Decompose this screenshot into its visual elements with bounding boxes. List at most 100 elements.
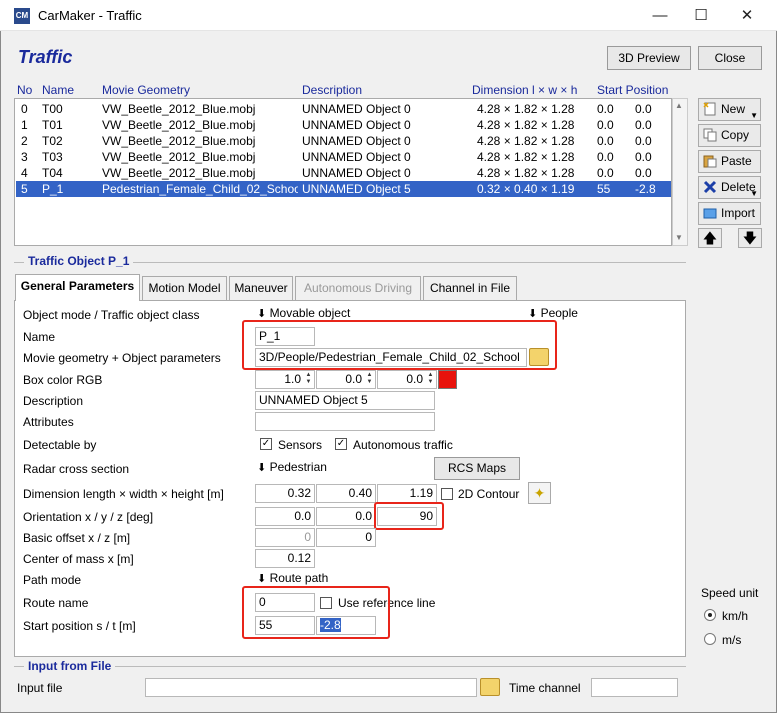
cell-geometry: VW_Beetle_2012_Blue.mobj: [102, 134, 256, 148]
table-row[interactable]: 3 T03 VW_Beetle_2012_Blue.mobj UNNAMED O…: [16, 149, 671, 165]
cell-geometry: Pedestrian_Female_Child_02_School.mobj: [102, 182, 298, 196]
window-titlebar[interactable]: CM CarMaker - Traffic — ☐ ✕: [0, 0, 777, 31]
cell-description: UNNAMED Object 0: [302, 102, 411, 116]
center-of-mass-input[interactable]: 0.12: [255, 549, 315, 568]
import-button[interactable]: Import: [698, 202, 761, 225]
box-color-r-stepper[interactable]: 1.0 ▲ ▼: [255, 370, 315, 389]
cell-start-s: 0.0: [597, 166, 614, 180]
cell-geometry: VW_Beetle_2012_Blue.mobj: [102, 118, 256, 132]
attributes-input[interactable]: [255, 412, 435, 431]
path-mode-dropdown[interactable]: ⬇ Route path: [257, 571, 328, 585]
box-color-label: Box color RGB: [23, 373, 103, 387]
description-label: Description: [23, 394, 84, 408]
delete-button[interactable]: Delete ▼: [698, 176, 761, 199]
col-header-start-position[interactable]: Start Position: [597, 83, 668, 97]
sensors-label: Sensors: [278, 438, 323, 452]
cell-geometry: VW_Beetle_2012_Blue.mobj: [102, 102, 256, 116]
tab-maneuver[interactable]: Maneuver: [229, 276, 293, 300]
tab-channel-in-file[interactable]: Channel in File: [423, 276, 517, 300]
dimension-length-input[interactable]: 0.32: [255, 484, 315, 503]
col-header-description[interactable]: Description: [302, 83, 362, 97]
orientation-y-input[interactable]: 0.0: [316, 507, 376, 526]
dropdown-arrow-icon: ⬇: [257, 462, 267, 474]
cell-start-t: 0.0: [635, 150, 652, 164]
cell-no: 2: [21, 134, 28, 148]
minimize-icon[interactable]: —: [637, 0, 683, 31]
3d-preview-button[interactable]: 3D Preview: [607, 46, 691, 70]
box-color-swatch[interactable]: [438, 370, 457, 389]
box-color-b-stepper[interactable]: 0.0 ▲ ▼: [377, 370, 437, 389]
cell-dimension: 4.28 × 1.82 × 1.28: [477, 150, 575, 164]
spinner-arrows-icon[interactable]: ▲ ▼: [304, 372, 313, 387]
col-header-movie-geometry[interactable]: Movie Geometry: [102, 83, 190, 97]
table-row[interactable]: 1 T01 VW_Beetle_2012_Blue.mobj UNNAMED O…: [16, 117, 671, 133]
cell-no: 1: [21, 118, 28, 132]
copy-button[interactable]: Copy: [698, 124, 761, 147]
basic-offset-x-input[interactable]: 0: [255, 528, 315, 547]
cell-dimension: 4.28 × 1.82 × 1.28: [477, 134, 575, 148]
rcs-maps-button[interactable]: RCS Maps: [434, 457, 520, 480]
close-button[interactable]: Close: [698, 46, 762, 70]
description-input[interactable]: UNNAMED Object 5: [255, 391, 435, 410]
tab-general-parameters[interactable]: General Parameters: [15, 274, 140, 301]
window-title: CarMaker - Traffic: [38, 8, 142, 23]
cell-start-s: 0.0: [597, 102, 614, 116]
object-class-dropdown[interactable]: ⬇ People: [528, 306, 578, 320]
radar-cross-section-dropdown[interactable]: ⬇ Pedestrian: [257, 460, 327, 474]
folder-browse-icon[interactable]: [480, 678, 500, 696]
move-up-arrow-icon[interactable]: 🡅: [698, 228, 722, 248]
cell-name: T02: [42, 134, 63, 148]
col-header-name[interactable]: Name: [42, 83, 74, 97]
cell-geometry: VW_Beetle_2012_Blue.mobj: [102, 150, 256, 164]
table-row[interactable]: 0 T00 VW_Beetle_2012_Blue.mobj UNNAMED O…: [16, 101, 671, 117]
object-mode-label: Object mode / Traffic object class: [23, 308, 200, 322]
speed-unit-ms-radio[interactable]: [704, 633, 716, 645]
paste-button[interactable]: Paste: [698, 150, 761, 173]
table-row[interactable]: 4 T04 VW_Beetle_2012_Blue.mobj UNNAMED O…: [16, 165, 671, 181]
time-channel-field[interactable]: [591, 678, 678, 697]
move-down-arrow-icon[interactable]: 🡇: [738, 228, 762, 248]
highlight-box-name-geometry: [242, 320, 557, 370]
box-color-g-stepper[interactable]: 0.0 ▲ ▼: [316, 370, 376, 389]
new-button[interactable]: New ▼: [698, 98, 761, 121]
2d-contour-checkbox[interactable]: [441, 488, 453, 500]
new-document-icon: [703, 102, 717, 116]
start-position-label: Start position s / t [m]: [23, 619, 136, 633]
col-header-dimension[interactable]: Dimension l × w × h: [472, 83, 577, 97]
app-icon: CM: [14, 8, 30, 24]
cell-start-s: 0.0: [597, 118, 614, 132]
sensors-checkbox[interactable]: ✓: [260, 438, 272, 450]
dimension-height-input[interactable]: 1.19: [377, 484, 437, 503]
table-row[interactable]: 2 T02 VW_Beetle_2012_Blue.mobj UNNAMED O…: [16, 133, 671, 149]
basic-offset-z-input[interactable]: 0: [316, 528, 376, 547]
maximize-icon[interactable]: ☐: [678, 0, 724, 31]
contour-editor-icon[interactable]: ✦: [528, 482, 551, 504]
cell-no: 4: [21, 166, 28, 180]
table-row-selected[interactable]: 5 P_1 Pedestrian_Female_Child_02_School.…: [16, 181, 671, 197]
3d-preview-label: 3D Preview: [618, 51, 680, 65]
dimension-width-input[interactable]: 0.40: [316, 484, 376, 503]
table-scrollbar[interactable]: ▲ ▼: [672, 98, 688, 246]
copy-label: Copy: [721, 128, 750, 142]
spinner-arrows-icon[interactable]: ▲ ▼: [426, 372, 435, 387]
cell-description: UNNAMED Object 0: [302, 134, 411, 148]
tab-motion-model[interactable]: Motion Model: [142, 276, 227, 300]
autonomous-traffic-checkbox[interactable]: ✓: [335, 438, 347, 450]
col-header-no[interactable]: No: [17, 83, 32, 97]
cell-geometry: VW_Beetle_2012_Blue.mobj: [102, 166, 256, 180]
traffic-objects-table: 0 T00 VW_Beetle_2012_Blue.mobj UNNAMED O…: [14, 98, 672, 246]
scroll-down-icon[interactable]: ▼: [675, 233, 683, 242]
cell-dimension: 4.28 × 1.82 × 1.28: [477, 102, 575, 116]
highlight-box-route-start: [242, 586, 390, 639]
input-file-field[interactable]: [145, 678, 477, 697]
scroll-up-icon[interactable]: ▲: [675, 101, 683, 110]
cell-start-t: 0.0: [635, 134, 652, 148]
spinner-arrows-icon[interactable]: ▲ ▼: [365, 372, 374, 387]
page-title: Traffic: [18, 47, 73, 67]
close-window-icon[interactable]: ✕: [724, 0, 770, 31]
object-mode-dropdown[interactable]: ⬇ Movable object: [257, 306, 350, 320]
cell-start-s: 0.0: [597, 134, 614, 148]
speed-unit-kmh-radio[interactable]: [704, 609, 716, 621]
2d-contour-label: 2D Contour: [458, 487, 520, 501]
orientation-x-input[interactable]: 0.0: [255, 507, 315, 526]
